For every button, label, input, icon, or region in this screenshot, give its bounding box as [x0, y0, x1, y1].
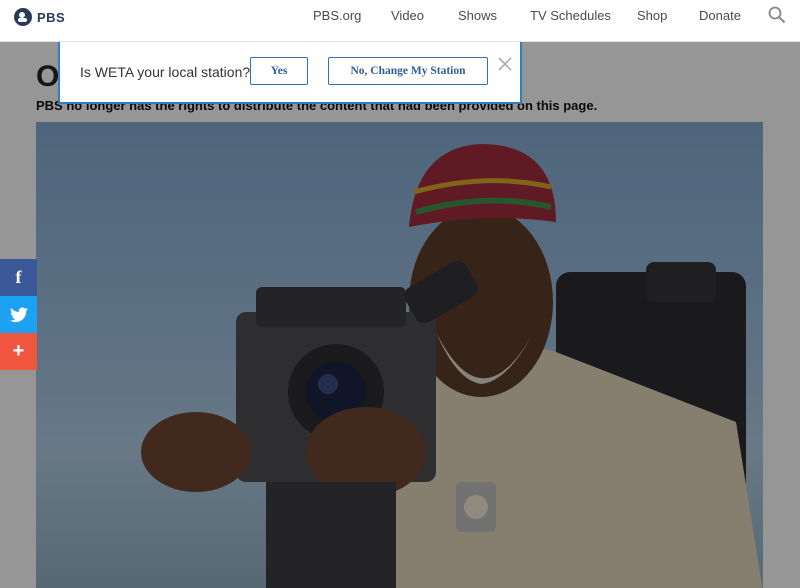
nav-tv-schedules[interactable]: TV Schedules [530, 8, 611, 23]
pbs-head-icon [14, 8, 32, 26]
yes-button[interactable]: Yes [250, 57, 308, 85]
hero-photo [36, 122, 763, 588]
nav-shop[interactable]: Shop [637, 8, 667, 23]
logo-text: PBS [37, 9, 66, 25]
search-icon[interactable] [768, 6, 786, 24]
local-station-prompt: Is WETA your local station? Yes No, Chan… [58, 42, 522, 104]
facebook-share-button[interactable]: f [0, 259, 37, 296]
main-content: O e. PBS no longer has the rights to dis… [0, 42, 800, 588]
page-title-start: O [36, 60, 60, 93]
plus-icon: + [12, 340, 25, 362]
twitter-icon [9, 307, 28, 322]
close-icon[interactable] [497, 56, 513, 72]
cameraman-illustration [141, 144, 763, 588]
change-station-button[interactable]: No, Change My Station [328, 57, 488, 85]
nav-donate[interactable]: Donate [699, 8, 741, 23]
facebook-icon: f [15, 267, 22, 287]
nav-video[interactable]: Video [391, 8, 424, 23]
twitter-share-button[interactable] [0, 296, 37, 333]
nav-pbs-org[interactable]: PBS.org [313, 8, 361, 23]
station-question: Is WETA your local station? [80, 64, 251, 80]
nav-shows[interactable]: Shows [458, 8, 497, 23]
pbs-logo[interactable]: PBS [14, 8, 65, 26]
site-header: PBS PBS.org Video Shows TV Schedules Sho… [0, 0, 800, 42]
more-share-button[interactable]: + [0, 333, 37, 370]
